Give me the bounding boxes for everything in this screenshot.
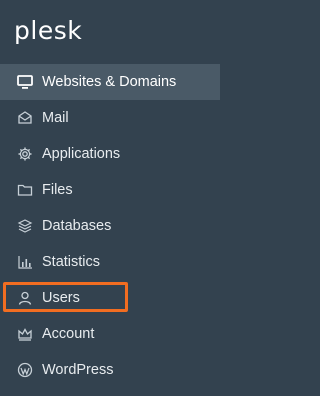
sidebar-item-label: Applications [42,146,121,162]
envelope-icon [16,109,34,127]
wordpress-icon [16,361,34,379]
monitor-icon [16,73,34,91]
crown-icon [16,325,34,343]
sidebar-item-label: Statistics [42,254,101,270]
sidebar-item-label: Mail [42,110,69,126]
sidebar-item-label: Users [42,290,80,306]
gear-icon [16,145,34,163]
sidebar-item-label: Account [42,326,95,342]
sidebar-item-label: Websites & Domains [42,74,177,90]
sidebar-item-wordpress[interactable]: WordPress [0,352,220,388]
sidebar-item-label: WordPress [42,362,114,378]
database-icon [16,217,34,235]
folder-icon [16,181,34,199]
bar-chart-icon [16,253,34,271]
sidebar-item-statistics[interactable]: Statistics [0,244,220,280]
sidebar-item-mail[interactable]: Mail [0,100,220,136]
sidebar-item-databases[interactable]: Databases [0,208,220,244]
user-icon [16,289,34,307]
plesk-logo[interactable]: plesk [14,16,82,45]
sidebar-item-files[interactable]: Files [0,172,220,208]
sidebar-item-label: Files [42,182,73,198]
sidebar-item-websites-domains[interactable]: Websites & Domains [0,64,220,100]
sidebar-item-label: Databases [42,218,112,234]
sidebar-item-account[interactable]: Account [0,316,220,352]
main-navigation: Websites & Domains Mail Applications Fil… [0,64,220,388]
sidebar-item-applications[interactable]: Applications [0,136,220,172]
sidebar: plesk Websites & Domains Mail Applicatio… [0,0,220,396]
sidebar-item-users[interactable]: Users [0,280,220,316]
